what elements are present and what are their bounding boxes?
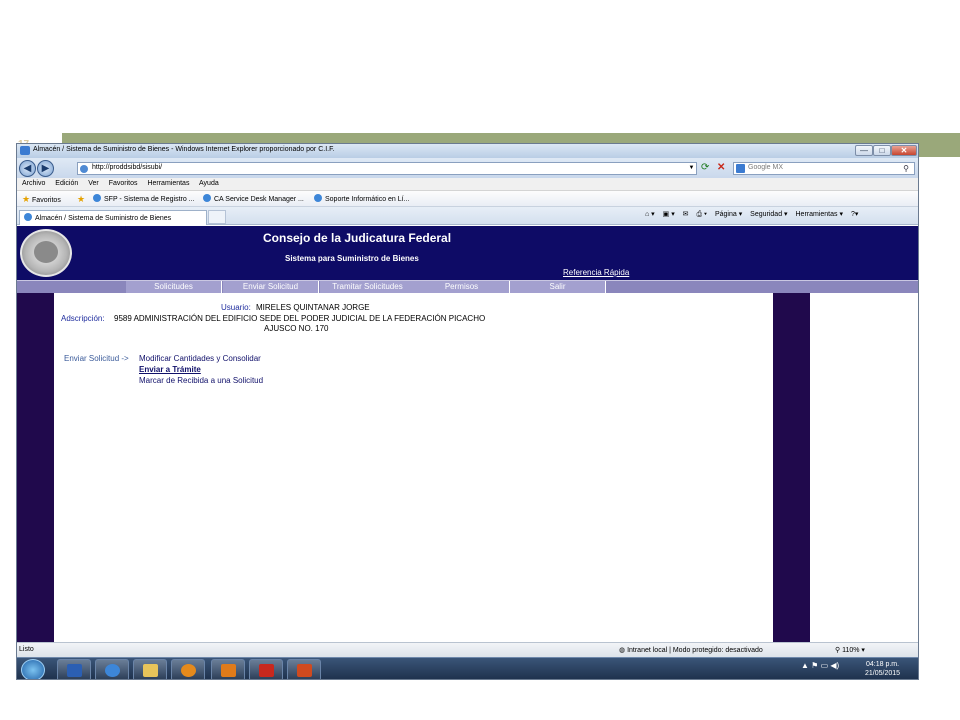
seal-logo: [20, 229, 72, 277]
page-menu[interactable]: Página ▾: [715, 211, 742, 218]
taskbar: ▲ ⚑ ▭ ◀) 04:18 p.m. 21/05/2015: [17, 657, 918, 679]
left-strip: [17, 293, 54, 642]
tab-active[interactable]: Almacén / Sistema de Suministro de Biene…: [19, 210, 207, 225]
ie-icon: [20, 146, 30, 155]
menu-ayuda[interactable]: Ayuda: [199, 180, 219, 187]
home-icon[interactable]: ⌂ ▾: [645, 211, 655, 218]
menu-herramientas[interactable]: Herramientas: [147, 180, 189, 187]
adscription-label: Adscripción:: [61, 314, 105, 323]
navigation-bar: ◀ ▶ http://proddsibd/sisubi/ ▼ ⟳ ✕ Googl…: [17, 158, 918, 178]
menu-archivo[interactable]: Archivo: [22, 180, 45, 187]
security-zone: ◍ Intranet local | Modo protegido: desac…: [619, 647, 763, 654]
clock[interactable]: 04:18 p.m. 21/05/2015: [865, 660, 900, 678]
ie-icon: [203, 194, 211, 202]
system-tray: ▲ ⚑ ▭ ◀): [801, 661, 839, 670]
site-title: Consejo de la Judicatura Federal: [263, 231, 452, 245]
mark-received-link[interactable]: Marcar de Recibida a una Solicitud: [139, 376, 263, 385]
status-bar: Listo ◍ Intranet local | Modo protegido:…: [17, 642, 918, 657]
media-player-icon[interactable]: [171, 659, 205, 679]
favorites-label: Favoritos: [32, 197, 61, 204]
title-bar: Almacén / Sistema de Suministro de Biene…: [17, 144, 918, 158]
tray-arrow-icon[interactable]: ▲: [801, 661, 809, 670]
nav-enviar-solicitud[interactable]: Enviar Solicitud: [223, 281, 319, 293]
search-input[interactable]: Google MX ⚲: [733, 162, 915, 175]
menu-ver[interactable]: Ver: [88, 180, 99, 187]
outlook-icon[interactable]: [211, 659, 245, 679]
user-value: MIRELES QUINTANAR JORGE: [256, 303, 370, 312]
address-bar[interactable]: http://proddsibd/sisubi/ ▼: [77, 162, 697, 175]
command-bar: ⌂ ▾ ▣ ▾ ✉ ⎙ ▾ Página ▾ Seguridad ▾ Herra…: [645, 210, 864, 219]
powerpoint-icon[interactable]: [287, 659, 321, 679]
security-menu[interactable]: Seguridad ▾: [750, 211, 787, 218]
browser-window: Almacén / Sistema de Suministro de Biene…: [16, 143, 919, 680]
minimize-button[interactable]: —: [855, 145, 873, 156]
favorites-button[interactable]: ★ Favoritos: [22, 194, 61, 205]
word-icon[interactable]: [57, 659, 91, 679]
explorer-icon[interactable]: [133, 659, 167, 679]
menu-favoritos[interactable]: Favoritos: [109, 180, 138, 187]
acrobat-icon[interactable]: [249, 659, 283, 679]
refresh-button[interactable]: ⟳: [701, 162, 713, 174]
zoom-control[interactable]: ⚲ 110% ▾: [835, 646, 865, 654]
flag-icon[interactable]: ⚑: [811, 661, 818, 670]
address-dropdown-icon[interactable]: ▼: [686, 163, 697, 174]
nav-salir[interactable]: Salir: [510, 281, 606, 293]
add-favorite-icon[interactable]: ★: [77, 194, 85, 205]
eagle-icon: [34, 241, 58, 263]
start-button[interactable]: [21, 659, 45, 679]
menu-edicion[interactable]: Edición: [55, 180, 78, 187]
star-icon: ★: [22, 194, 31, 204]
clock-time: 04:18 p.m.: [865, 661, 900, 668]
nav-solicitudes[interactable]: Solicitudes: [126, 281, 222, 293]
volume-icon[interactable]: ◀): [830, 661, 839, 670]
adscription-value: 9589 ADMINISTRACIÓN DEL EDIFICIO SEDE DE…: [114, 314, 486, 323]
menu-bar: Archivo Edición Ver Favoritos Herramient…: [17, 178, 918, 191]
adscription-value-line2: AJUSCO NO. 170: [264, 324, 329, 333]
send-request-label: Enviar Solicitud ->: [64, 354, 129, 363]
globe-icon: ◍: [619, 647, 628, 654]
search-icon[interactable]: ⚲: [898, 163, 914, 174]
nav-permisos[interactable]: Permisos: [414, 281, 510, 293]
quick-reference-link[interactable]: Referencia Rápida: [563, 268, 629, 277]
ie-icon: [314, 194, 322, 202]
ie-icon[interactable]: [95, 659, 129, 679]
modify-quantities-link[interactable]: Modificar Cantidades y Consolidar: [139, 354, 261, 363]
ie-icon: [24, 213, 32, 221]
feeds-icon[interactable]: ▣ ▾: [663, 211, 675, 218]
tools-menu[interactable]: Herramientas ▾: [796, 211, 843, 218]
mail-icon[interactable]: ✉: [683, 211, 689, 218]
window-title: Almacén / Sistema de Suministro de Biene…: [33, 146, 335, 153]
close-button[interactable]: ✕: [891, 145, 917, 156]
site-subtitle: Sistema para Suministro de Bienes: [285, 254, 419, 263]
forward-button[interactable]: ▶: [37, 160, 54, 177]
clock-date: 21/05/2015: [865, 670, 901, 677]
help-icon[interactable]: ?▾: [851, 211, 858, 218]
search-placeholder: Google MX: [748, 164, 784, 171]
google-icon: [736, 164, 745, 173]
main-panel: Usuario: MIRELES QUINTANAR JORGE Adscrip…: [54, 293, 773, 642]
send-to-process-link[interactable]: Enviar a Trámite: [139, 365, 201, 374]
nav-tramitar-solicitudes[interactable]: Tramitar Solicitudes: [320, 281, 416, 293]
network-icon[interactable]: ▭: [821, 661, 829, 670]
favorite-link-ca[interactable]: CA Service Desk Manager ...: [203, 194, 304, 203]
user-label: Usuario:: [221, 303, 251, 312]
page-content: Consejo de la Judicatura Federal Sistema…: [17, 226, 918, 642]
site-header: Consejo de la Judicatura Federal Sistema…: [17, 226, 918, 280]
print-icon[interactable]: ⎙ ▾: [697, 211, 708, 218]
new-tab-button[interactable]: [208, 210, 226, 224]
maximize-button[interactable]: □: [873, 145, 891, 156]
address-text: http://proddsibd/sisubi/: [92, 164, 163, 171]
status-text: Listo: [19, 646, 34, 653]
favorites-bar: ★ Favoritos ★ SFP - Sistema de Registro …: [17, 191, 918, 207]
page-icon: [80, 165, 88, 173]
ie-icon: [93, 194, 101, 202]
stop-button[interactable]: ✕: [717, 162, 729, 174]
site-navbar: Solicitudes Enviar Solicitud Tramitar So…: [17, 280, 918, 293]
favorite-link-soporte[interactable]: Soporte Informático en Lí...: [314, 194, 409, 203]
favorite-link-sfp[interactable]: SFP - Sistema de Registro ...: [93, 194, 195, 203]
right-strip: [773, 293, 810, 642]
back-button[interactable]: ◀: [19, 160, 36, 177]
